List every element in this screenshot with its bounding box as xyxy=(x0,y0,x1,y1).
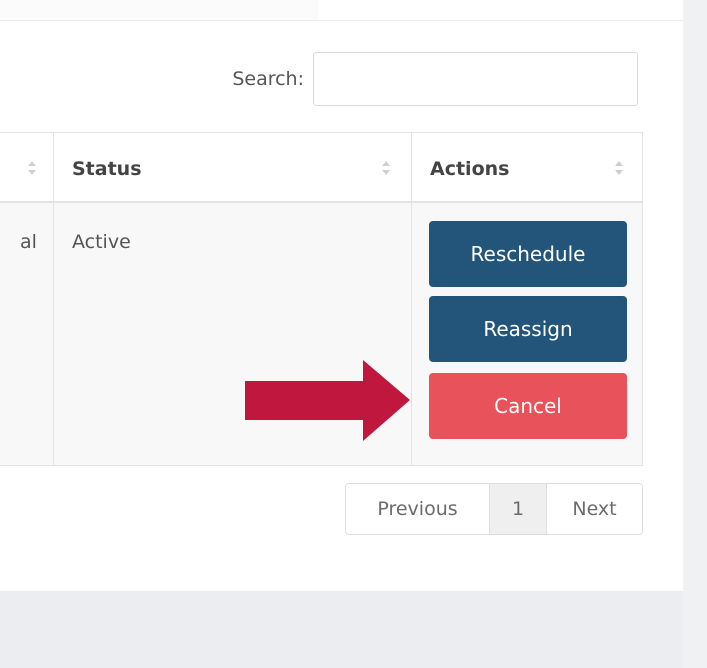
column-header-status[interactable]: Status xyxy=(72,158,142,180)
column-header-actions[interactable]: Actions xyxy=(430,158,509,180)
previous-page-button[interactable]: Previous xyxy=(346,484,489,534)
current-page-button[interactable]: 1 xyxy=(489,484,547,534)
column-divider xyxy=(53,133,54,465)
reschedule-button[interactable]: Reschedule xyxy=(429,221,627,287)
column-divider xyxy=(411,133,412,465)
top-strip-ghost xyxy=(0,0,318,20)
sort-icon[interactable] xyxy=(614,159,624,177)
search-label: Search: xyxy=(232,68,304,90)
sort-icon[interactable] xyxy=(27,159,37,177)
arrow-shape xyxy=(245,360,410,441)
sort-icon[interactable] xyxy=(381,159,391,177)
right-arrow-icon xyxy=(245,360,410,441)
partial-cell: al xyxy=(20,231,37,253)
search-input[interactable] xyxy=(313,52,638,106)
right-gutter xyxy=(683,0,707,668)
pagination: Previous 1 Next xyxy=(345,483,643,535)
reassign-button[interactable]: Reassign xyxy=(429,296,627,362)
table-header-row: Status Actions xyxy=(0,133,642,203)
next-page-button[interactable]: Next xyxy=(547,484,642,534)
top-strip xyxy=(0,0,683,21)
status-cell: Active xyxy=(72,231,131,253)
cancel-button[interactable]: Cancel xyxy=(429,373,627,439)
